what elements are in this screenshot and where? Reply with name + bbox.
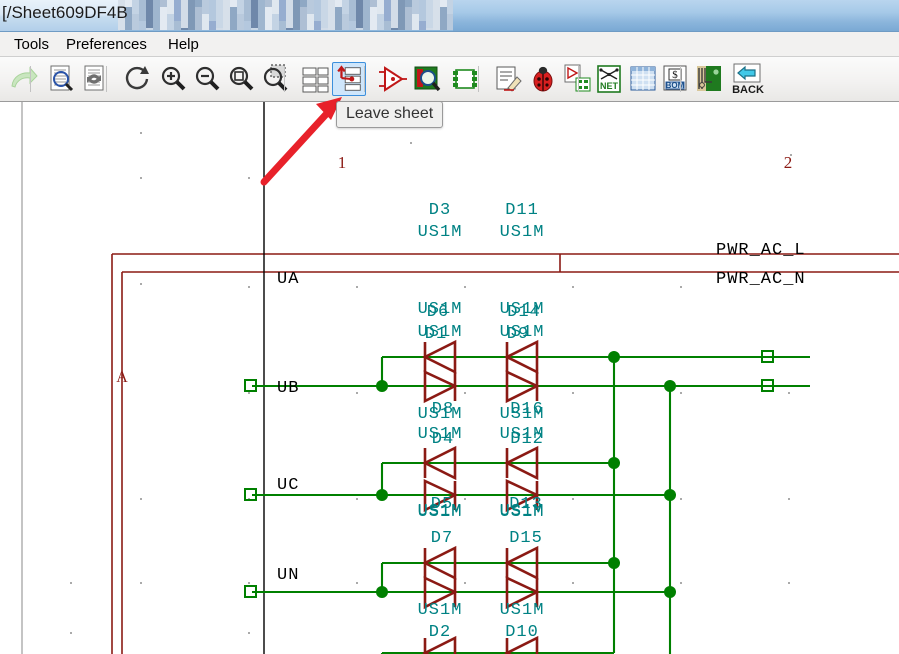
annotate-icon[interactable] <box>376 62 410 96</box>
zoom-out-icon[interactable] <box>190 62 224 96</box>
label-d11-value: US1M <box>500 223 545 242</box>
window-title: [/Sheet609DF4B <box>2 3 128 22</box>
column-marker-2: 2 <box>784 153 793 172</box>
eeschema-window: [/Sheet609DF4B Tools Preferences Help NE… <box>0 0 899 654</box>
toolbar-separator <box>364 66 365 92</box>
toolbar-separator <box>680 66 681 92</box>
label-d2: D2 <box>429 623 451 642</box>
title-bar: [/Sheet609DF4B <box>0 0 899 32</box>
back-icon-label: BACK <box>732 84 764 96</box>
menu-bar: Tools Preferences Help <box>0 32 899 57</box>
label-d11: D11 <box>505 201 539 220</box>
label-d12: D12 <box>510 430 544 449</box>
erc-check-icon[interactable] <box>410 62 444 96</box>
row-marker-a: A <box>116 369 128 386</box>
menu-help[interactable]: Help <box>164 36 203 53</box>
main-toolbar: NET $ BOM BACK <box>0 57 899 102</box>
hier-label-uc: UC <box>277 476 299 495</box>
label-d3-value: US1M <box>418 223 463 242</box>
label-d4: D4 <box>432 430 454 449</box>
label-d3: D3 <box>429 201 451 220</box>
component-labels: D3 US1M D11 US1M US1M D6 US1M D1 US1M D1… <box>418 201 545 642</box>
hier-label-ua: UA <box>277 270 299 289</box>
menu-preferences[interactable]: Preferences <box>62 36 151 53</box>
hier-label-un: UN <box>277 566 299 585</box>
hier-label-pwr-ac-l: PWR_AC_L <box>716 241 806 260</box>
leave-sheet-tooltip: Leave sheet <box>336 101 444 128</box>
label-d14: D14 <box>507 303 541 322</box>
bom-icon[interactable]: $ BOM <box>658 62 692 96</box>
title-bar-redacted-text <box>118 0 453 30</box>
redo-icon[interactable] <box>6 62 40 96</box>
pcb-layout-icon[interactable] <box>692 62 726 96</box>
toolbar-separator <box>106 66 107 92</box>
column-marker-1: 1 <box>338 153 347 172</box>
toolbar-separator <box>284 66 285 92</box>
netlist-icon[interactable]: NET <box>592 62 626 96</box>
hier-pins-left <box>244 379 257 598</box>
label-d13-value: US1M <box>500 503 545 522</box>
label-d7: D7 <box>431 529 453 548</box>
bug-icon[interactable] <box>526 62 560 96</box>
zoom-page-icon[interactable] <box>44 62 78 96</box>
label-d10-value: US1M <box>500 601 545 620</box>
import-footprint-icon[interactable] <box>560 62 594 96</box>
zoom-fit-icon[interactable] <box>224 62 258 96</box>
label-d4-value: US1M <box>418 405 463 424</box>
toolbar-separator <box>578 66 579 92</box>
label-d9: D9 <box>507 325 529 344</box>
toolbar-separator <box>30 66 31 92</box>
label-d15: D15 <box>509 529 543 548</box>
svg-text:$: $ <box>672 69 678 81</box>
menu-tools[interactable]: Tools <box>10 36 53 53</box>
edit-symbol-fields-icon[interactable] <box>490 62 524 96</box>
refresh-view-icon[interactable] <box>120 62 154 96</box>
bom-icon-label: BOM <box>666 81 685 90</box>
zoom-in-icon[interactable] <box>156 62 190 96</box>
hier-label-ub: UB <box>277 379 299 398</box>
label-d12-value: US1M <box>500 405 545 424</box>
leave-sheet-icon[interactable] <box>332 62 366 96</box>
hier-label-pwr-ac-n: PWR_AC_N <box>716 270 806 289</box>
label-d6: D6 <box>427 303 449 322</box>
navigate-hierarchy-icon[interactable] <box>298 62 332 96</box>
netlist-icon-label: NET <box>600 81 619 91</box>
label-d5-value: US1M <box>418 503 463 522</box>
zoom-area-icon[interactable] <box>258 62 292 96</box>
back-icon[interactable]: BACK <box>726 62 770 96</box>
label-d1: D1 <box>425 325 447 344</box>
title-bar-right-fill <box>453 0 899 31</box>
schematic-canvas[interactable]: 1 2 A D3 US1M D11 US1M US1M D6 US1M D1 U… <box>0 102 899 654</box>
spreadsheet-icon[interactable] <box>626 62 660 96</box>
footprint-assign-icon[interactable] <box>448 62 482 96</box>
label-d10: D10 <box>505 623 539 642</box>
toolbar-separator <box>478 66 479 92</box>
label-d2-value: US1M <box>418 601 463 620</box>
